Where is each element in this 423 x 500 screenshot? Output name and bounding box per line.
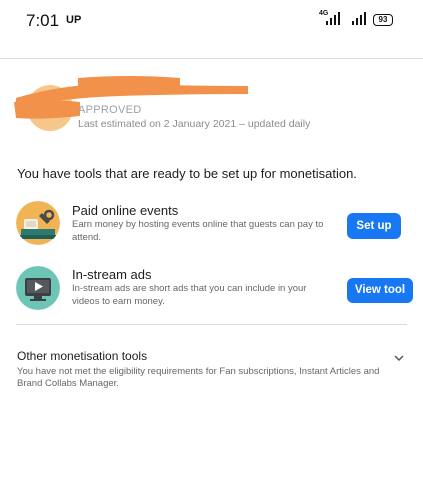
status-bar: 7:01 UP 4G 93 <box>0 0 423 44</box>
battery-icon: 93 <box>373 14 393 26</box>
status-time: 7:01 <box>26 11 60 30</box>
tool-description: Earn money by hosting events online that… <box>72 219 324 243</box>
estimate-text: Last estimated on 2 January 2021 – updat… <box>78 118 311 130</box>
network-status: UP <box>66 14 82 26</box>
other-tools-title: Other monetisation tools <box>17 349 148 363</box>
status-icons: 4G 93 <box>319 10 397 30</box>
monetisation-page: 7:01 UP 4G 93 APPROVED Last estimated on… <box>0 0 423 500</box>
set-up-button[interactable]: Set up <box>347 213 401 239</box>
header-divider <box>0 58 423 59</box>
other-tools-description: You have not met the eligibility require… <box>17 366 380 389</box>
view-tool-button[interactable]: View tool <box>347 278 413 303</box>
signal-icon-2 <box>352 12 366 25</box>
tool-title: In-stream ads <box>72 267 152 282</box>
tool-title: Paid online events <box>72 203 179 218</box>
approval-status: APPROVED <box>78 104 142 116</box>
section-divider <box>16 324 407 325</box>
intro-text: You have tools that are ready to be set … <box>17 166 357 181</box>
in-stream-ads-icon <box>16 266 60 310</box>
chevron-down-icon[interactable] <box>393 353 405 363</box>
paid-events-icon <box>16 201 60 245</box>
signal-icon <box>326 12 340 25</box>
tool-description: In-stream ads are short ads that you can… <box>72 283 307 307</box>
